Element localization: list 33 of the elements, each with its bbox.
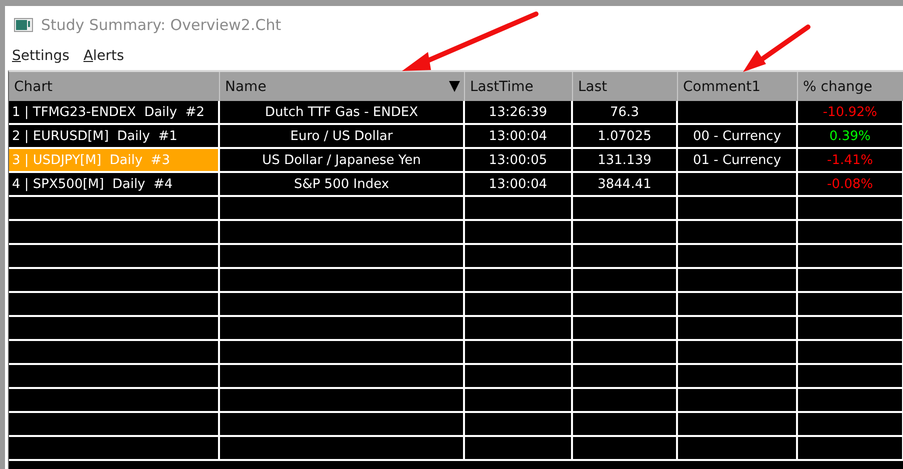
price-cell: 3844.41	[573, 173, 678, 197]
column-header[interactable]: Name	[220, 72, 465, 101]
column-header[interactable]: LastTime	[465, 72, 573, 101]
name-cell: Euro / US Dollar	[220, 125, 465, 149]
menu-item[interactable]: Settings	[12, 48, 70, 64]
column-header[interactable]: Comment1	[678, 72, 798, 101]
column-header[interactable]: % change	[798, 72, 903, 101]
comment-cell: 00 - Currency	[678, 125, 798, 149]
name-cell: US Dollar / Japanese Yen	[220, 149, 465, 173]
change-value: -0.08%	[827, 176, 873, 192]
comment-cell: 01 - Currency	[678, 149, 798, 173]
chart-cell: 1 | TFMG23-ENDEX Daily #2	[9, 101, 220, 125]
column-header[interactable]: Last	[573, 72, 678, 101]
change-value: 0.39%	[829, 128, 871, 144]
price-cell: 76.3	[573, 101, 678, 125]
change-value: -1.41%	[827, 152, 873, 168]
column-header[interactable]: Chart	[9, 72, 220, 101]
annotation-arrow	[743, 24, 810, 72]
time-cell: 13:00:04	[465, 125, 573, 149]
time-cell: 13:26:39	[465, 101, 573, 125]
time-cell: 13:00:05	[465, 149, 573, 173]
menu-item[interactable]: Alerts	[83, 48, 124, 64]
chart-cell: 4 | SPX500[M] Daily #4	[9, 173, 220, 197]
price-cell: 1.07025	[573, 125, 678, 149]
window-title: Study Summary: Overview2.Cht	[41, 16, 282, 34]
price-cell: 131.139	[573, 149, 678, 173]
time-cell: 13:00:04	[465, 173, 573, 197]
chart-cell: 3 | USDJPY[M] Daily #3	[9, 149, 220, 173]
name-cell: S&P 500 Index	[220, 173, 465, 197]
app-icon	[14, 18, 33, 32]
name-cell: Dutch TTF Gas - ENDEX	[220, 101, 465, 125]
sort-icon	[449, 81, 460, 92]
change-value: -10.92%	[822, 104, 878, 120]
